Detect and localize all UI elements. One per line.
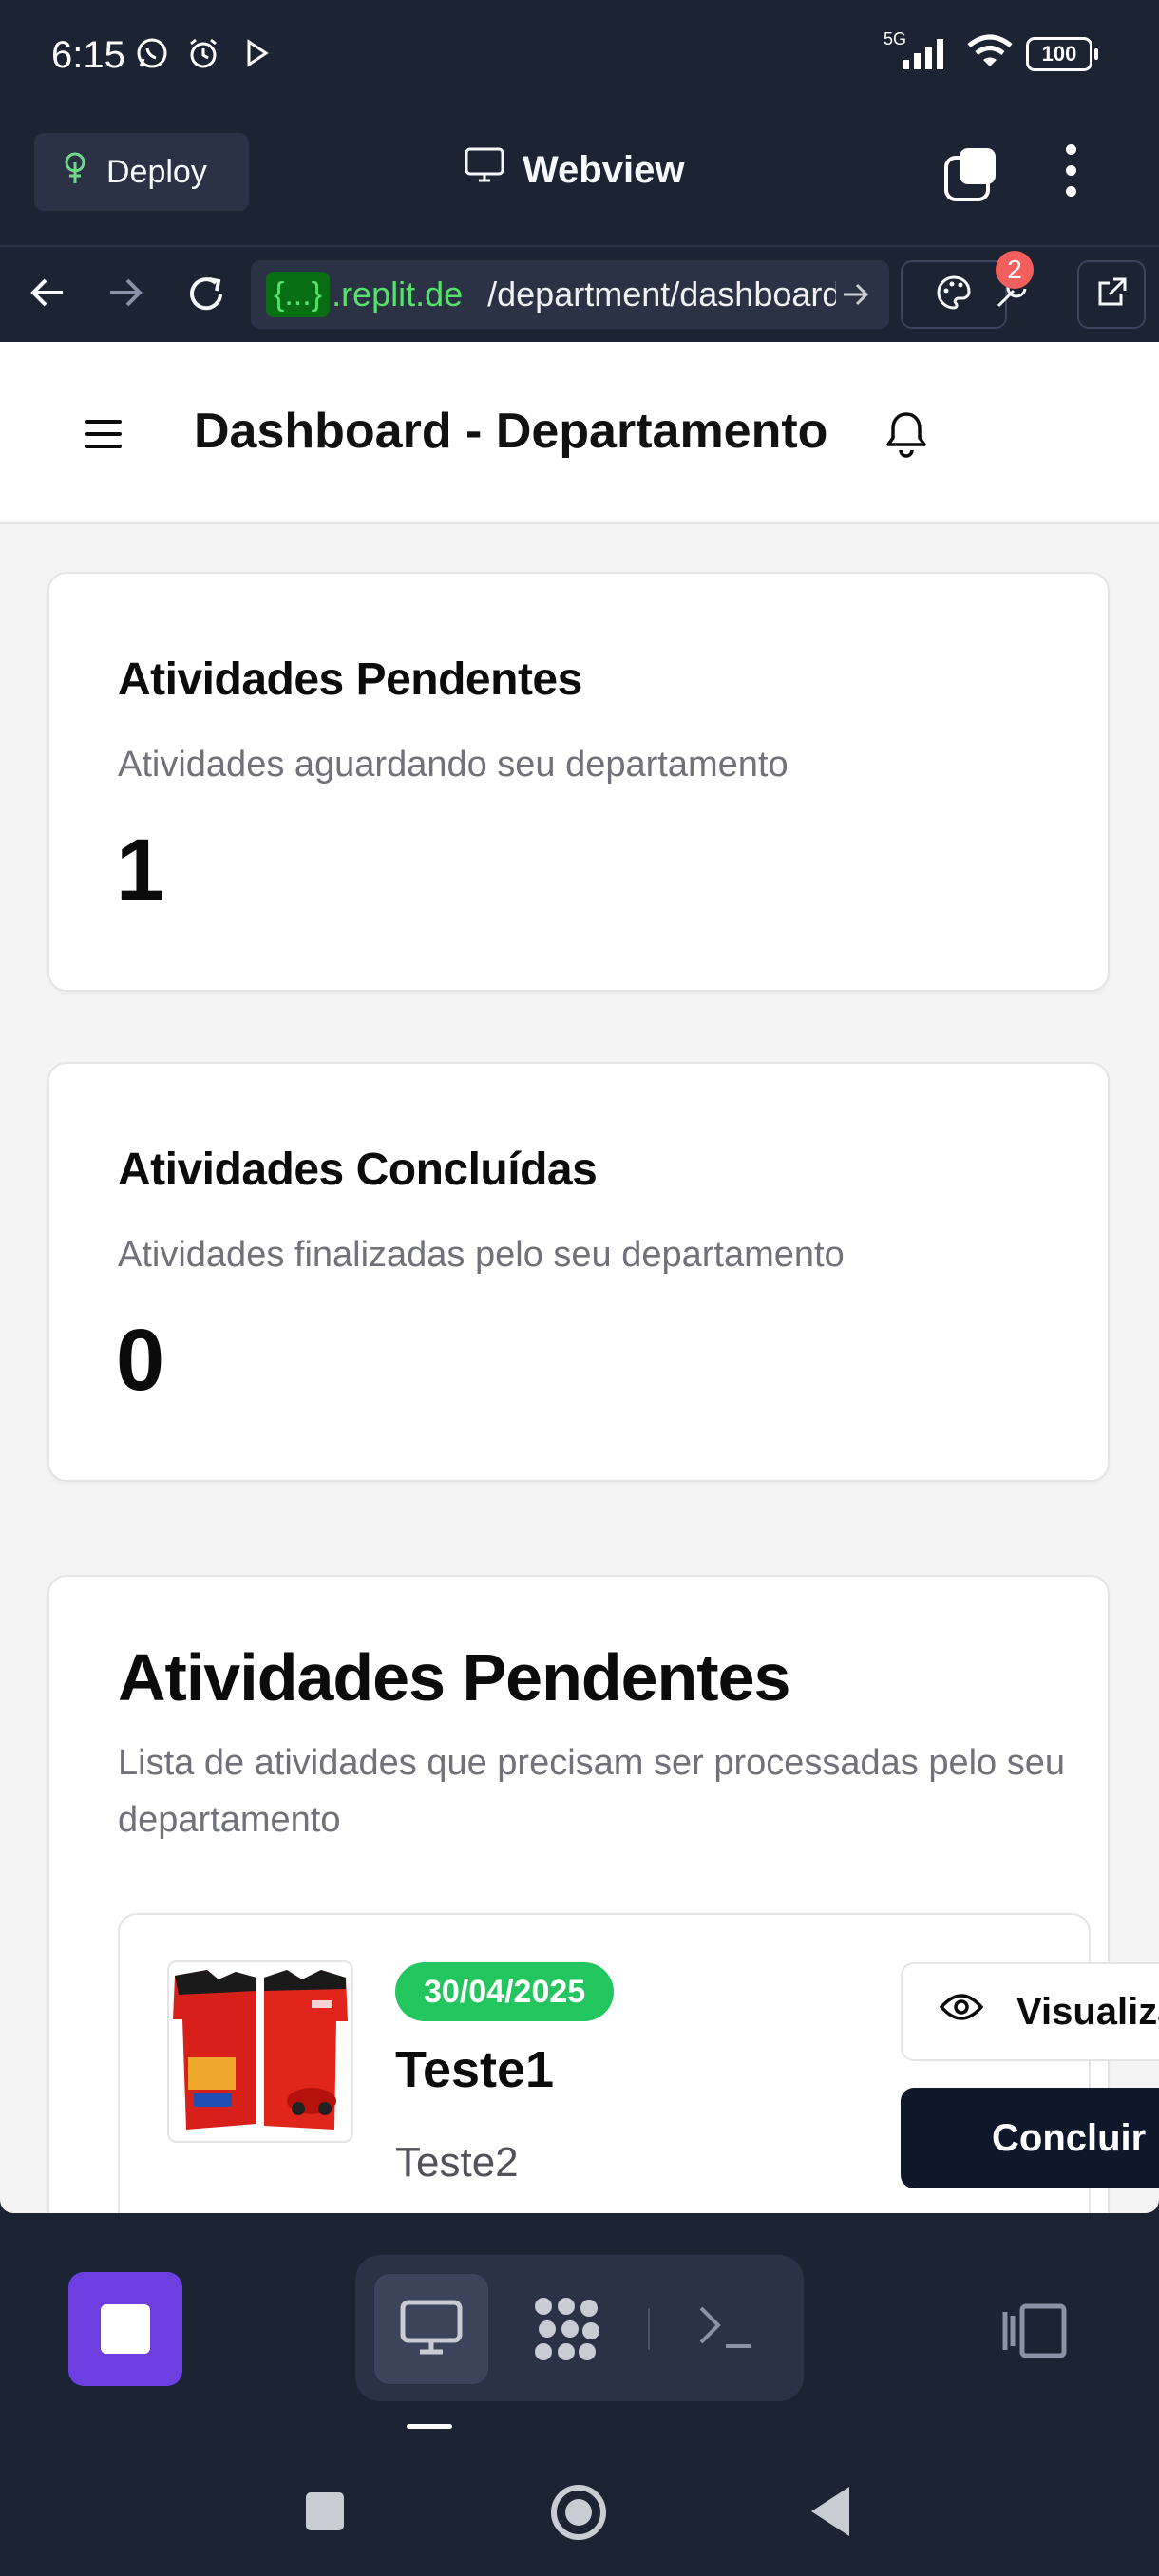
home-indicator (407, 2424, 452, 2429)
card-subtitle: Atividades finalizadas pelo seu departam… (118, 1235, 845, 1275)
url-bar: {...} .replit.de /department/dashboard 2 (0, 245, 1159, 342)
section-title: Atividades Pendentes (118, 1640, 790, 1714)
url-domain: .replit.de (332, 275, 464, 313)
back-button[interactable] (811, 2487, 849, 2536)
pending-count: 1 (116, 822, 165, 919)
monitor-icon (399, 2299, 464, 2360)
url-go-arrow-icon[interactable] (836, 274, 878, 315)
back-arrow-icon[interactable] (27, 272, 68, 318)
date-badge: 30/04/2025 (395, 1962, 615, 2021)
cellular-signal-icon: 5G (884, 29, 954, 73)
tabs-icon[interactable] (942, 146, 999, 208)
page-title: Dashboard - Departamento (194, 404, 828, 459)
dock-tab-agent[interactable] (530, 2295, 602, 2368)
url-path: /department/dashboard (487, 275, 842, 313)
devtools-button[interactable]: 2 (978, 251, 1045, 329)
webview-tab-title: Webview (464, 146, 684, 194)
webview-label: Webview (522, 148, 685, 191)
layout-toggle-icon[interactable] (999, 2302, 1068, 2364)
play-store-icon (245, 36, 272, 75)
wifi-icon (965, 32, 1015, 75)
app-header: Dashboard - Departamento (0, 342, 1159, 524)
deploy-button[interactable]: Deploy (34, 133, 249, 211)
forward-arrow-icon[interactable] (104, 272, 146, 318)
refresh-icon[interactable] (184, 272, 228, 320)
bell-icon[interactable] (885, 408, 927, 463)
notification-count-badge: 2 (996, 251, 1034, 289)
activity-description: Teste2 (395, 2139, 519, 2186)
external-link-icon (1094, 275, 1129, 314)
whatsapp-icon (135, 36, 169, 75)
palette-icon (935, 274, 973, 316)
dock-tab-group (355, 2255, 804, 2401)
completed-summary-card: Atividades Concluídas Atividades finaliz… (48, 1062, 1110, 1482)
dock-separator (648, 2308, 650, 2350)
replit-topbar: Deploy Webview (0, 114, 1159, 245)
pending-summary-card: Atividades Pendentes Atividades aguardan… (48, 572, 1110, 992)
card-subtitle: Atividades aguardando seu departamento (118, 745, 788, 785)
card-title: Atividades Pendentes (118, 654, 582, 705)
terminal-icon[interactable] (697, 2302, 754, 2357)
home-button[interactable] (551, 2485, 606, 2540)
status-bar: 6:15 5G 100 (0, 0, 1159, 114)
webview-content: Dashboard - Departamento Atividades Pend… (0, 342, 1159, 2213)
replit-dock (0, 2213, 1159, 2432)
url-field[interactable]: {...} .replit.de /department/dashboard (251, 260, 889, 329)
activity-image (167, 1960, 353, 2143)
open-external-button[interactable] (1077, 260, 1146, 329)
monitor-icon (464, 146, 505, 194)
activity-title: Teste1 (395, 2041, 555, 2098)
deploy-label: Deploy (106, 153, 207, 190)
deploy-icon (61, 151, 89, 194)
battery-indicator: 100 (1026, 36, 1098, 71)
menu-icon[interactable] (86, 420, 122, 448)
android-nav-bar (0, 2432, 1159, 2576)
complete-button[interactable]: Concluir (901, 2088, 1159, 2188)
url-chip: {...} (266, 272, 331, 317)
complete-button-label: Concluir (992, 2117, 1147, 2159)
eye-icon (939, 1990, 984, 2034)
status-time: 6:15 (51, 34, 125, 76)
more-menu-icon[interactable] (1053, 142, 1091, 199)
section-subtitle: Lista de atividades que precisam ser pro… (118, 1743, 1066, 1840)
completed-count: 0 (116, 1312, 165, 1409)
stop-button[interactable] (68, 2272, 182, 2386)
view-button-label: Visualizar (1016, 1990, 1159, 2033)
alarm-icon (186, 36, 220, 75)
card-title: Atividades Concluídas (118, 1145, 598, 1195)
view-button[interactable]: Visualizar (901, 1962, 1159, 2061)
recents-button[interactable] (306, 2492, 344, 2530)
